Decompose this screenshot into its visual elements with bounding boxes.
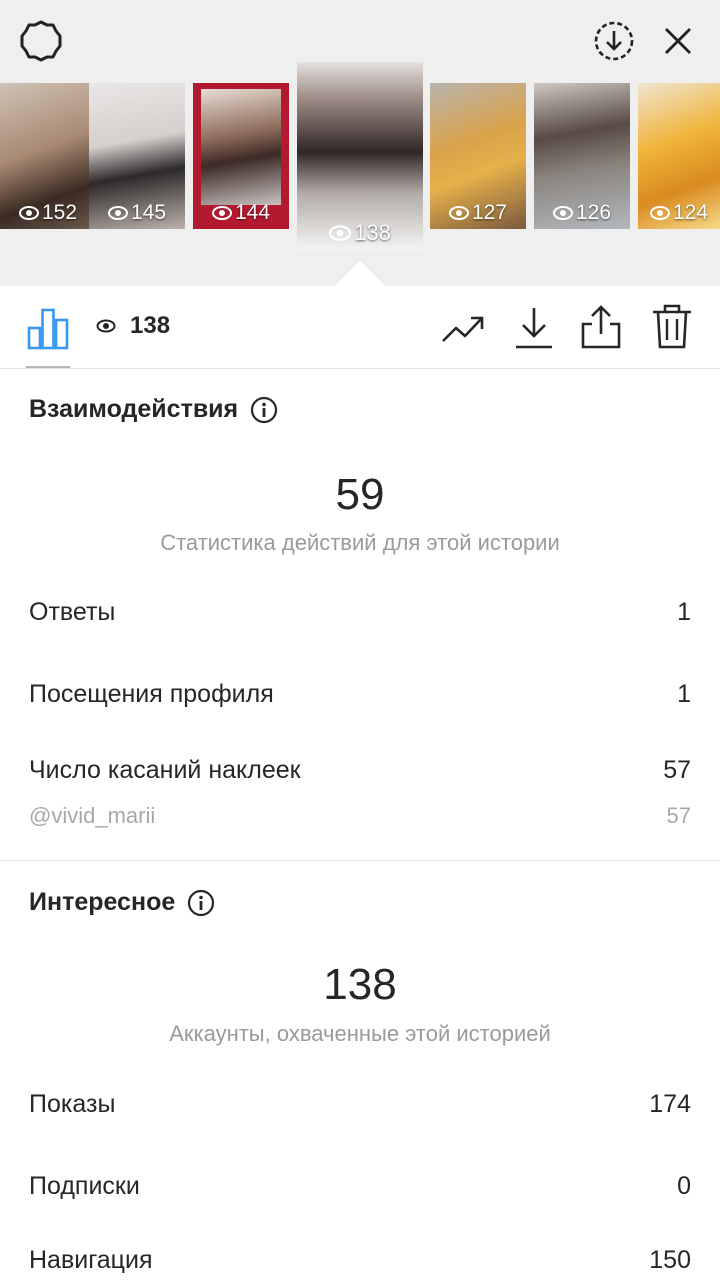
eye-icon [18,206,39,220]
trash-icon[interactable] [650,302,694,350]
info-icon[interactable] [250,396,278,424]
download-icon[interactable] [512,304,556,350]
story-image [201,89,281,205]
discovery-title-text: Интересное [29,888,176,916]
story-views: 138 [297,220,423,246]
views-count: 138 [130,312,171,339]
story-thumbnail-selected[interactable]: 138 [297,62,423,250]
close-icon[interactable] [654,17,702,65]
stat-value: 1 [677,598,691,626]
stat-label: Посещения профиля [29,680,274,708]
story-thumbnail[interactable]: 145 [89,83,185,229]
eye-icon [329,225,352,241]
stat-row-follows: Подписки 0 [29,1172,691,1201]
section-divider [0,860,720,861]
stories-strip: 152 145 144 138 127 126 124 [0,0,720,286]
story-views: 126 [534,201,630,225]
story-views: 124 [638,201,720,225]
story-views-count: 144 [234,201,271,224]
story-thumbnail[interactable]: 127 [430,83,526,229]
active-tab-indicator [26,366,70,368]
story-views-count: 145 [130,201,167,224]
stat-label: Подписки [29,1172,140,1200]
stat-value: 174 [649,1090,691,1118]
discovery-title: Интересное [29,888,215,917]
gear-icon[interactable] [17,17,65,65]
story-views-count: 138 [354,220,391,245]
stat-value: 57 [663,756,691,784]
views-summary: 138 [96,312,170,340]
stat-label: Число касаний наклеек [29,756,301,784]
stat-value: 150 [649,1246,691,1274]
story-views-count: 152 [41,201,78,224]
story-views: 144 [193,201,289,225]
eye-icon [552,206,573,220]
stat-label: Показы [29,1090,116,1118]
stat-label: Ответы [29,598,116,626]
share-icon[interactable] [578,302,624,350]
stat-row-profile-visits: Посещения профиля 1 [29,680,691,709]
story-thumbnail[interactable]: 124 [638,83,720,229]
download-circle-icon[interactable] [590,17,638,65]
discovery-caption: Аккаунты, охваченные этой историей [169,1021,551,1046]
stat-value: 57 [666,803,691,828]
interactions-total: 59 [335,470,385,519]
story-thumbnail[interactable]: 152 [0,83,96,229]
interactions-caption: Статистика действий для этой истории [160,530,560,555]
stat-label: Навигация [29,1246,153,1274]
trend-icon[interactable] [440,308,486,348]
insights-toolbar: 138 [0,286,720,369]
interactions-title-text: Взаимодействия [29,395,239,423]
stat-row-sticker-taps: Число касаний наклеек 57 [29,756,691,785]
discovery-total: 138 [323,960,397,1009]
story-thumbnail[interactable]: 126 [534,83,630,229]
story-views-count: 124 [672,201,709,224]
eye-icon [211,206,232,220]
stat-value: 0 [677,1172,691,1200]
story-views-count: 127 [471,201,508,224]
story-views: 145 [89,201,185,225]
story-views-count: 126 [575,201,612,224]
eye-icon [649,206,670,220]
stat-row-navigation: Навигация 150 [29,1246,691,1275]
stat-row-impressions: Показы 174 [29,1090,691,1119]
story-thumbnail[interactable]: 144 [193,83,289,229]
stat-row-sticker-mention[interactable]: @vivid_marii 57 [29,803,691,829]
eye-icon [107,206,128,220]
eye-icon [96,319,116,333]
stat-row-replies: Ответы 1 [29,598,691,627]
story-views: 152 [0,201,96,225]
eye-icon [448,206,469,220]
interactions-title: Взаимодействия [29,395,278,424]
info-icon[interactable] [187,889,215,917]
bar-chart-icon[interactable] [26,306,70,350]
stat-label: @vivid_marii [29,803,156,828]
stat-value: 1 [677,680,691,708]
story-views: 127 [430,201,526,225]
